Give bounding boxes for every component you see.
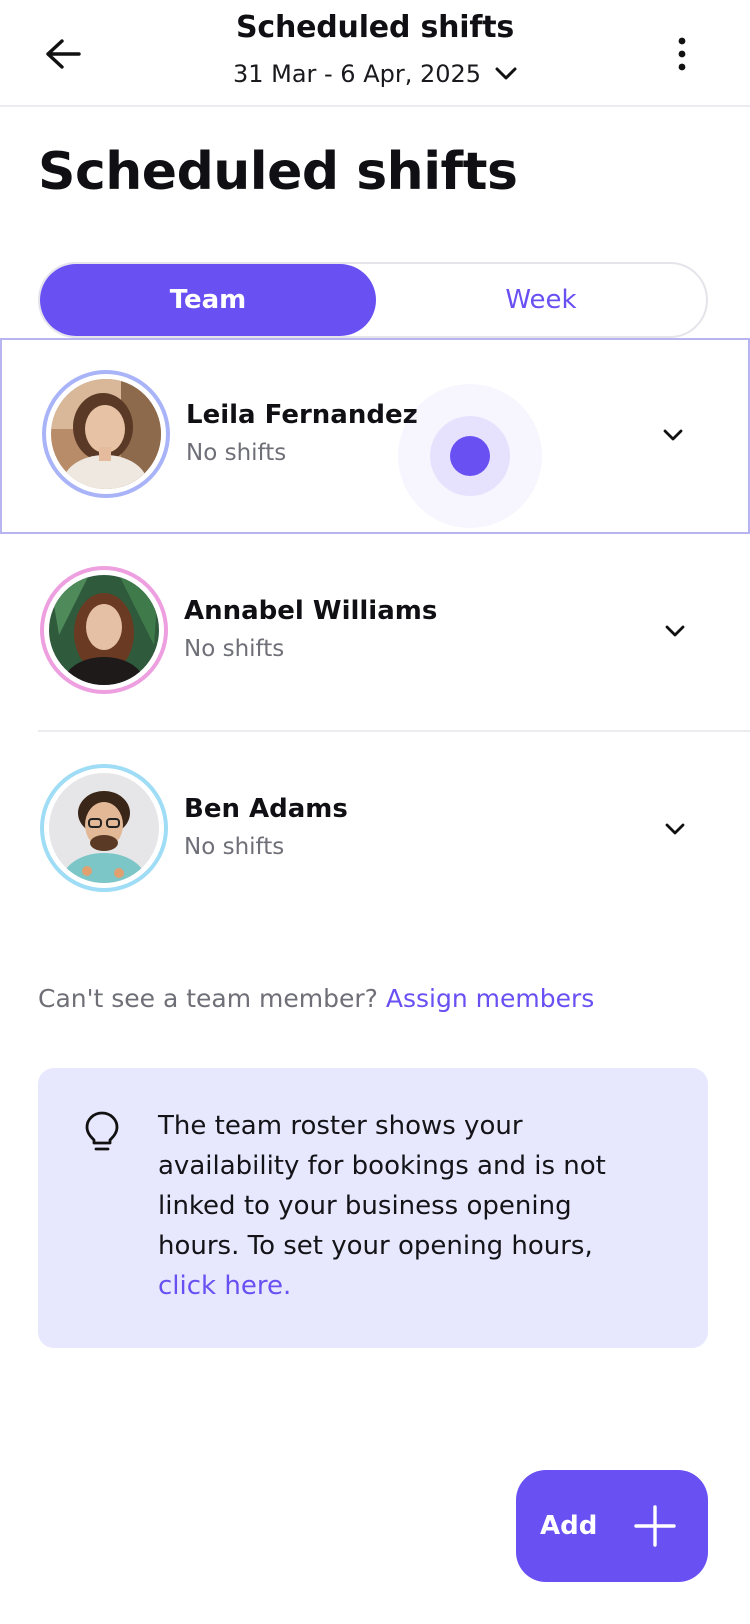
add-button-label: Add xyxy=(540,1511,598,1541)
info-card: The team roster shows your availability … xyxy=(38,1068,708,1348)
team-member-row[interactable]: Ben Adams No shifts xyxy=(0,734,750,930)
avatar-ring xyxy=(40,764,168,892)
team-member-row[interactable]: Annabel Williams No shifts xyxy=(0,536,750,732)
member-shift-status: No shifts xyxy=(184,834,285,860)
chevron-down-icon xyxy=(665,625,685,637)
tab-week[interactable]: Week xyxy=(376,264,706,336)
chevron-down-icon xyxy=(663,429,683,441)
avatar xyxy=(51,379,161,489)
expand-chevron-button[interactable] xyxy=(660,616,690,646)
chevron-down-icon xyxy=(495,67,517,80)
add-button[interactable]: Add xyxy=(516,1470,708,1582)
view-toggle: Team Week xyxy=(38,262,708,338)
member-shift-status: No shifts xyxy=(186,440,287,466)
touch-indicator xyxy=(398,384,542,528)
avatar-ring xyxy=(42,370,170,498)
more-options-button[interactable] xyxy=(664,28,700,80)
team-member-row[interactable]: Leila Fernandez No shifts xyxy=(0,338,750,534)
avatar xyxy=(49,773,159,883)
top-app-bar: Scheduled shifts 31 Mar - 6 Apr, 2025 xyxy=(0,0,750,107)
date-range-label: 31 Mar - 6 Apr, 2025 xyxy=(232,60,482,88)
expand-chevron-button[interactable] xyxy=(658,420,688,450)
plus-icon xyxy=(634,1505,677,1547)
header-title: Scheduled shifts xyxy=(235,10,515,45)
avatar-ring xyxy=(40,566,168,694)
more-vertical-icon xyxy=(678,37,686,71)
expand-chevron-button[interactable] xyxy=(660,814,690,844)
member-name: Annabel Williams xyxy=(184,596,438,626)
member-name: Leila Fernandez xyxy=(186,400,418,430)
assign-members-link[interactable]: Assign members xyxy=(386,984,594,1013)
date-range-selector[interactable]: 31 Mar - 6 Apr, 2025 xyxy=(0,60,750,88)
opening-hours-link[interactable]: click here. xyxy=(158,1271,291,1301)
info-body: The team roster shows your availability … xyxy=(158,1111,606,1261)
chevron-down-icon xyxy=(665,823,685,835)
row-divider xyxy=(38,730,750,732)
avatar xyxy=(49,575,159,685)
member-name: Ben Adams xyxy=(184,794,348,824)
member-shift-status: No shifts xyxy=(184,636,285,662)
lightbulb-icon xyxy=(85,1111,119,1151)
tab-team[interactable]: Team xyxy=(40,264,376,336)
page-title: Scheduled shifts xyxy=(38,142,518,202)
assign-members-prompt: Can't see a team member? Assign members xyxy=(38,984,594,1013)
info-message: The team roster shows your availability … xyxy=(158,1106,658,1306)
assign-question: Can't see a team member? xyxy=(38,984,386,1013)
